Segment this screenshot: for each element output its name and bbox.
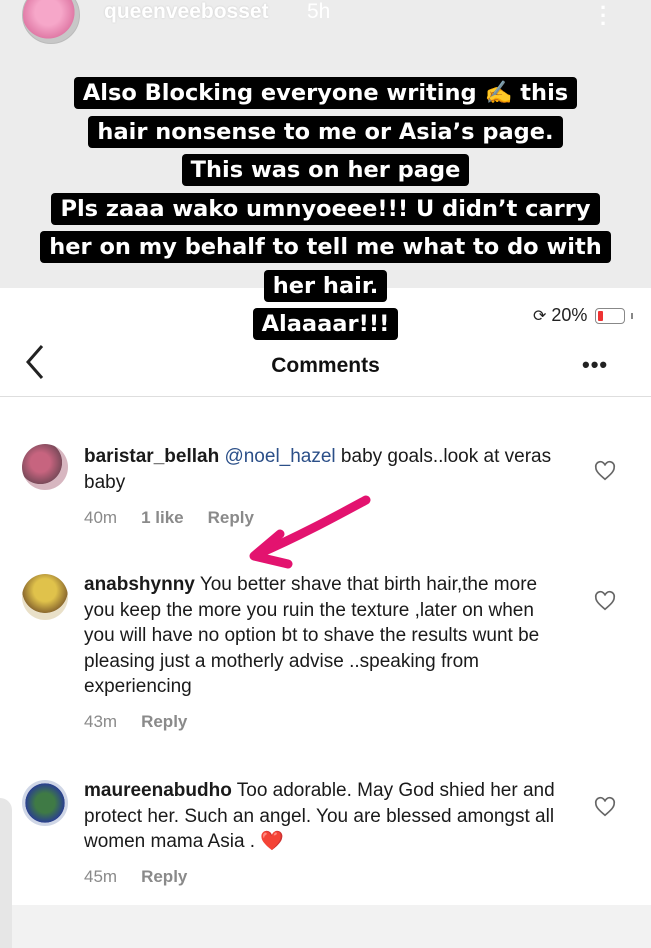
sheet-edge	[0, 798, 12, 948]
avatar[interactable]	[22, 444, 68, 490]
battery-percent: 20%	[551, 305, 588, 325]
avatar[interactable]	[22, 780, 68, 826]
comment-time: 43m	[84, 712, 118, 731]
comment-username[interactable]: maureenabudho	[84, 780, 232, 801]
page-title: Comments	[271, 354, 380, 377]
comment-mention[interactable]: @noel_hazel	[224, 446, 335, 467]
comment-time: 45m	[84, 867, 118, 886]
caption-line: Alaaaar!!!	[252, 308, 399, 340]
annotation-arrow	[249, 495, 371, 569]
caption-line: her hair.	[263, 269, 388, 302]
avatar[interactable]	[22, 574, 68, 620]
story-time: 5h	[307, 0, 331, 23]
comment-username[interactable]: anabshynny	[84, 574, 195, 595]
sheet-footer	[0, 905, 651, 948]
heart-icon[interactable]	[594, 460, 616, 482]
battery-status: ⟳ 20%	[533, 305, 634, 326]
comment-time: 40m	[84, 508, 118, 527]
comment-likes[interactable]: 1 like	[141, 508, 184, 528]
rotation-lock-icon: ⟳	[533, 307, 547, 325]
comment-username[interactable]: baristar_bellah	[84, 446, 219, 467]
reply-button[interactable]: Reply	[141, 867, 187, 887]
heart-icon[interactable]	[594, 590, 616, 612]
battery-icon	[595, 307, 626, 324]
more-horizontal-icon[interactable]: •••	[582, 352, 608, 378]
caption-line: This was on her page	[181, 154, 470, 186]
caption-line: her on my behalf to tell me what to do w…	[40, 231, 611, 263]
story-username[interactable]: queenveebosset	[104, 0, 269, 24]
vertical-dots-icon[interactable]: · · ·	[600, 0, 607, 35]
heart-icon[interactable]	[594, 796, 616, 818]
reply-button[interactable]: Reply	[141, 712, 187, 732]
story-caption: Also Blocking everyone writing ✍️ this h…	[0, 74, 651, 344]
header-divider	[0, 396, 651, 397]
caption-line: Also Blocking everyone writing ✍️ this	[73, 77, 578, 109]
caption-line: Pls zaaa wako umnyoeee!!! U didn’t carry	[51, 192, 600, 225]
caption-line: hair nonsense to me or Asia’s page.	[88, 115, 563, 148]
